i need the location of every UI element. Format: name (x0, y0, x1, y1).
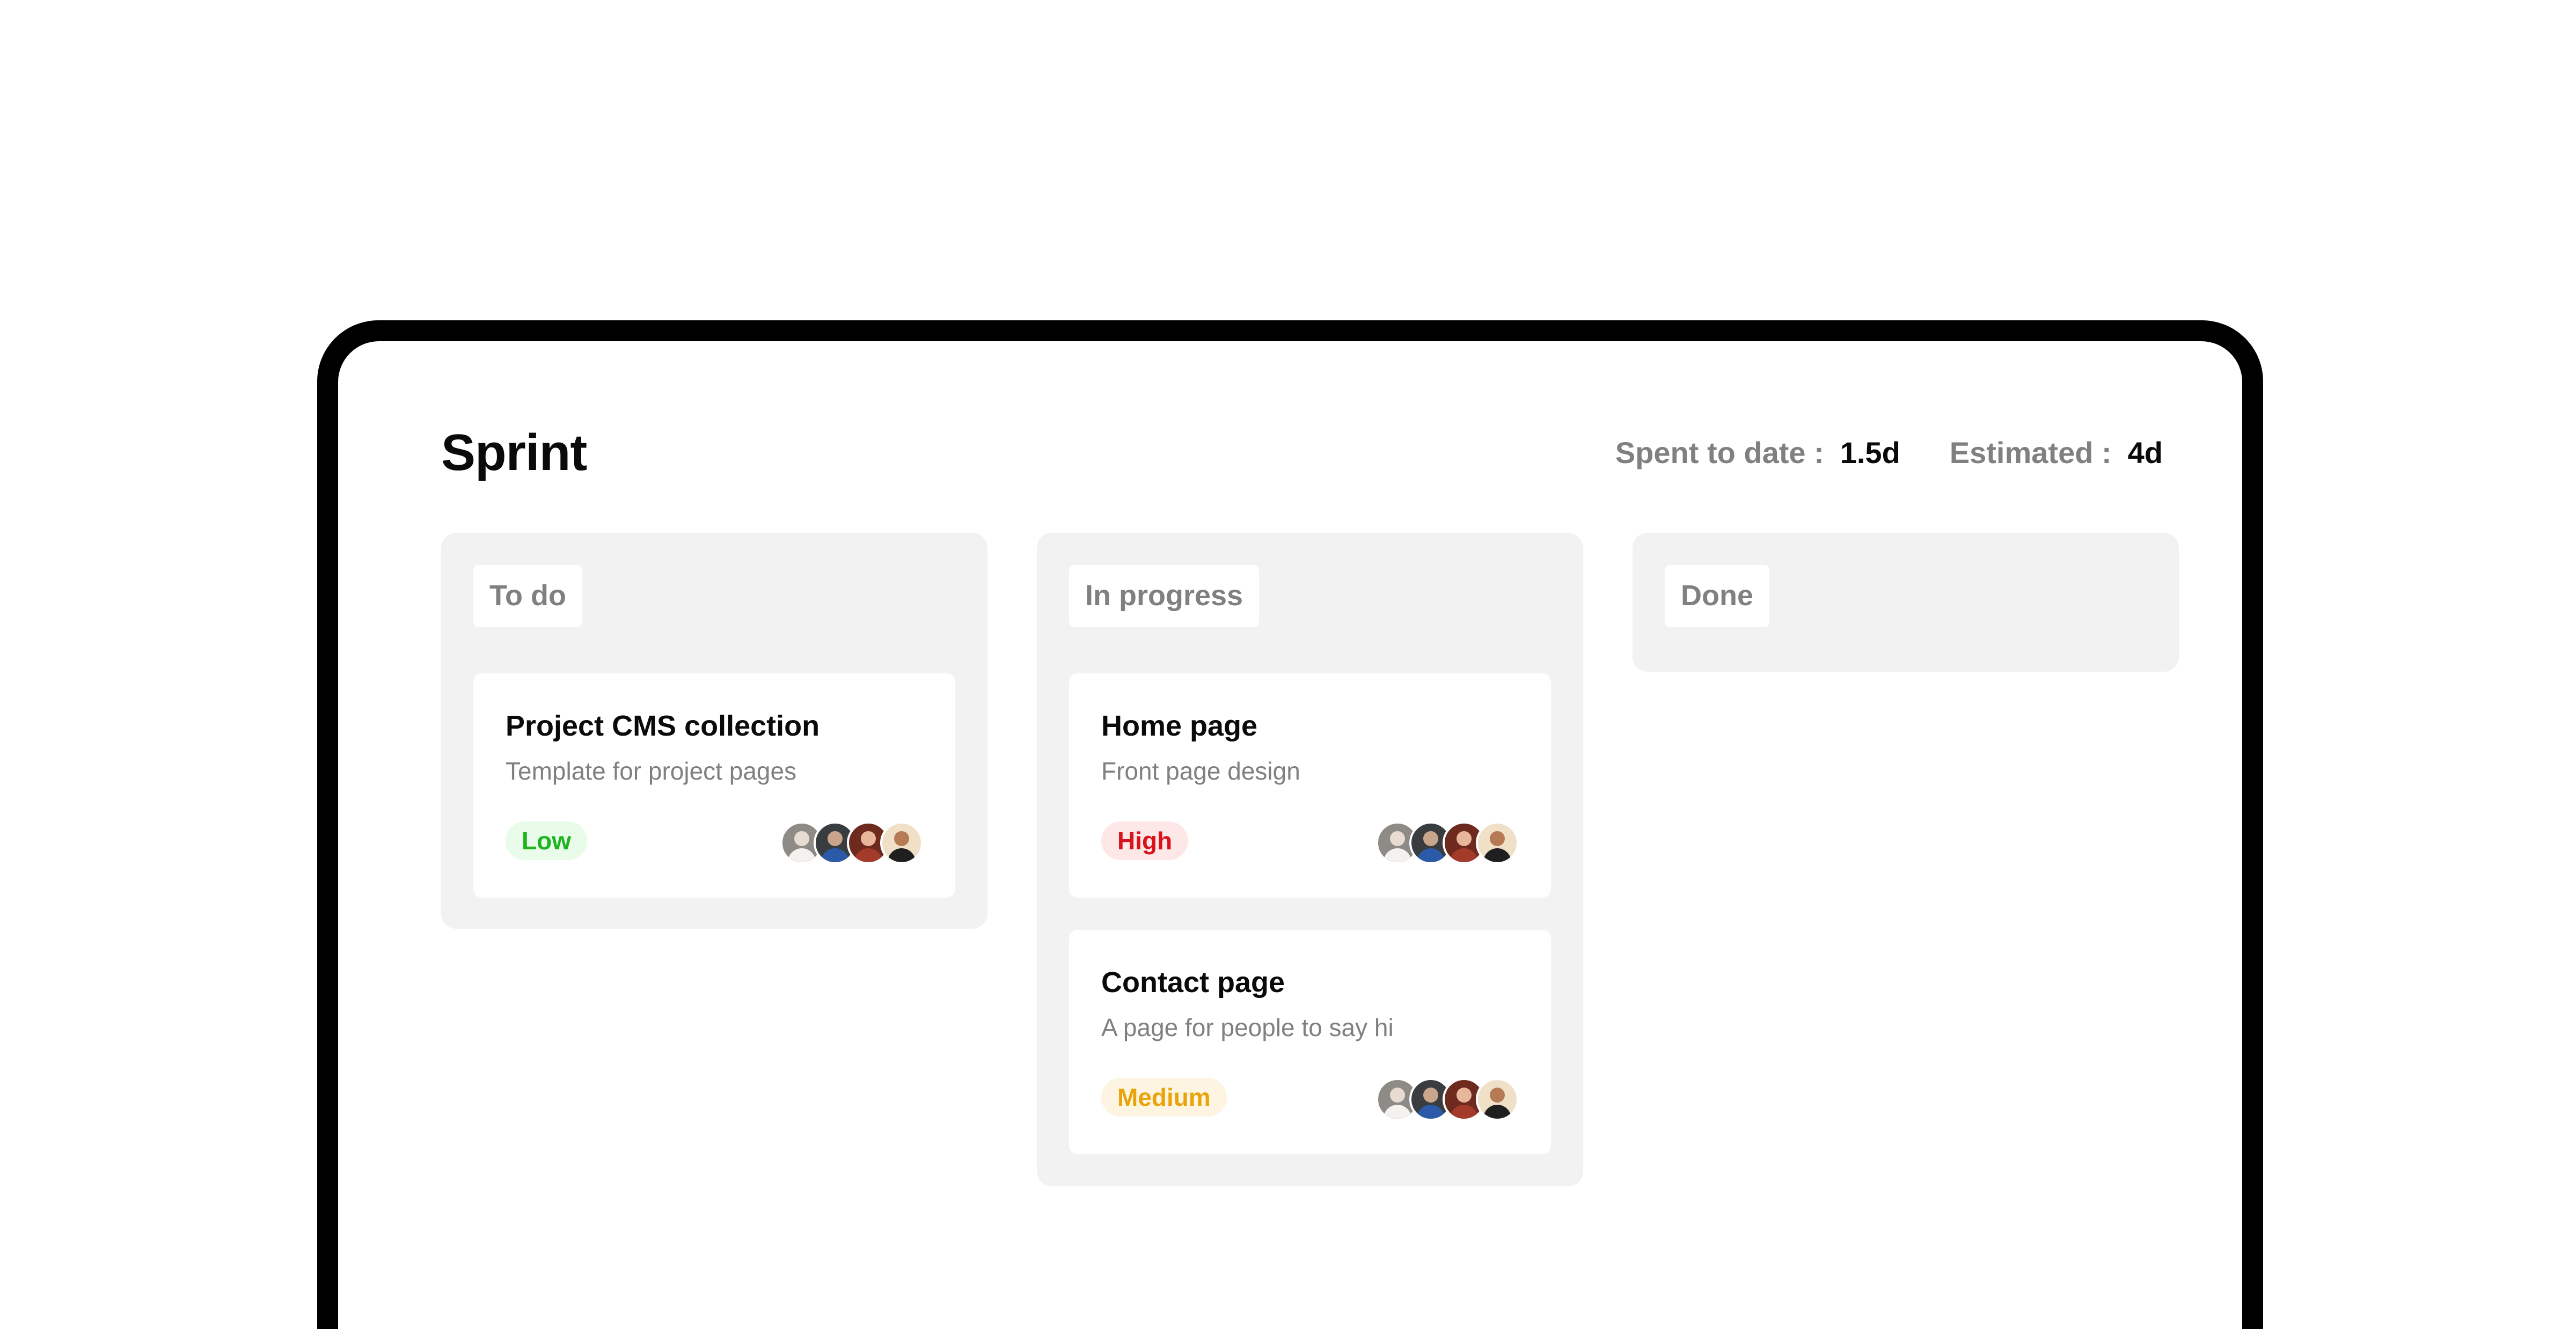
assignee-avatars (1376, 1078, 1519, 1121)
estimated-stat: Estimated : 4d (1950, 434, 2163, 472)
device-frame: Sprint Spent to date : 1.5d Estimated : … (317, 320, 2263, 1329)
task-card[interactable]: Home page Front page design High (1069, 673, 1551, 898)
column-header-to-do[interactable]: To do (473, 565, 582, 627)
column-done: Done (1633, 533, 2179, 672)
task-title: Home page (1101, 710, 1258, 742)
avatar[interactable] (1476, 821, 1519, 864)
estimated-value: 4d (2127, 436, 2163, 469)
column-to-do: To do Project CMS collection Template fo… (441, 533, 987, 929)
task-description: Template for project pages (506, 757, 797, 785)
column-header-in-progress[interactable]: In progress (1069, 565, 1260, 627)
priority-badge: Low (506, 821, 587, 860)
column-in-progress: In progress Home page Front page design … (1037, 533, 1583, 1186)
assignee-avatars (1376, 821, 1519, 864)
page-title: Sprint (441, 424, 587, 481)
priority-badge: Medium (1101, 1078, 1227, 1117)
avatar[interactable] (880, 821, 923, 864)
task-title: Project CMS collection (506, 710, 820, 742)
sprint-stats: Spent to date : 1.5d Estimated : 4d (1615, 434, 2163, 472)
column-header-done[interactable]: Done (1665, 565, 1769, 627)
task-title: Contact page (1101, 966, 1285, 998)
sprint-board: Sprint Spent to date : 1.5d Estimated : … (338, 341, 2242, 1329)
estimated-label: Estimated : (1949, 436, 2112, 469)
task-description: Front page design (1101, 757, 1300, 785)
priority-badge: High (1101, 821, 1189, 860)
spent-to-date-label: Spent to date : (1615, 436, 1824, 469)
spent-to-date-value: 1.5d (1840, 436, 1900, 469)
task-card[interactable]: Project CMS collection Template for proj… (473, 673, 955, 898)
assignee-avatars (780, 821, 923, 864)
spent-to-date-stat: Spent to date : 1.5d (1615, 434, 1900, 472)
task-card[interactable]: Contact page A page for people to say hi… (1069, 930, 1551, 1154)
task-description: A page for people to say hi (1101, 1013, 1394, 1041)
avatar[interactable] (1476, 1078, 1519, 1121)
